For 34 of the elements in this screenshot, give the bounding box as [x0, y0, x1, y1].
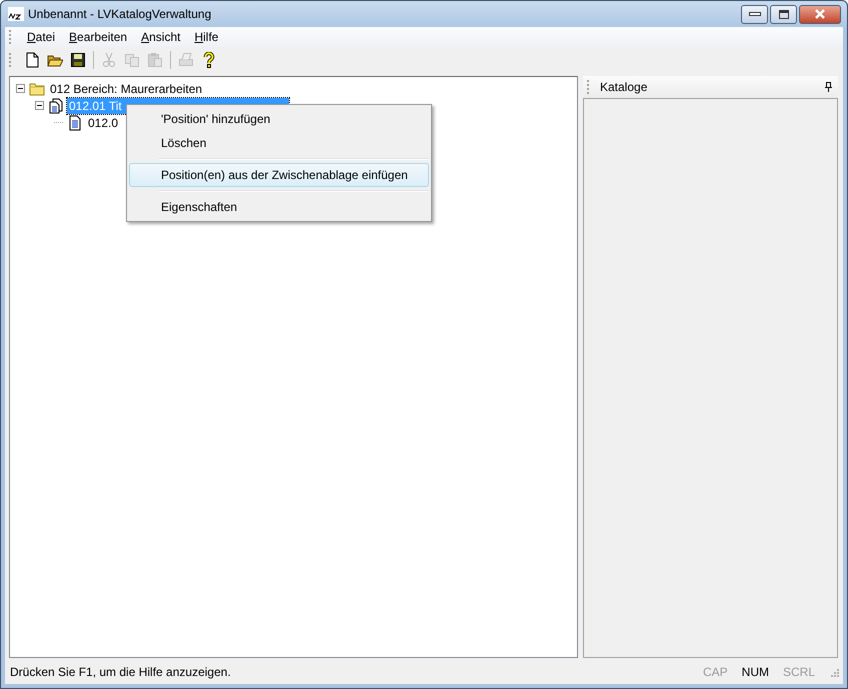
maximize-icon	[778, 10, 788, 18]
resize-grip-icon	[829, 667, 839, 677]
question-mark-icon	[201, 52, 217, 68]
status-indicator: CAP	[702, 665, 728, 679]
menu-item[interactable]: Hilfe	[187, 28, 226, 46]
menu-item[interactable]: Ansicht	[134, 28, 188, 46]
context-menu-item[interactable]: 'Position' hinzufügen	[129, 107, 429, 131]
tree-item[interactable]: 012 Bereich: Maurerarbeiten	[48, 80, 204, 96]
panel-title: Kataloge	[600, 80, 648, 94]
window-title: Unbenannt - LVKatalogVerwaltung	[28, 7, 212, 21]
menu-item[interactable]: Datei	[20, 28, 62, 46]
status-message: Drücken Sie F1, um die Hilfe anzuzeigen.	[10, 665, 232, 679]
document-icon	[67, 114, 83, 130]
maximize-button[interactable]	[770, 4, 797, 24]
tree-item[interactable]: 012.0	[86, 114, 120, 130]
clipboard-icon	[147, 52, 163, 68]
minimize-icon	[748, 11, 760, 17]
close-button[interactable]	[799, 4, 841, 24]
folder-icon	[29, 80, 45, 96]
menu-item[interactable]: Bearbeiten	[62, 28, 134, 46]
status-indicator: SCRL	[782, 665, 815, 679]
pin-icon	[825, 82, 832, 92]
printer-icon	[178, 52, 194, 68]
new-document-icon	[24, 52, 40, 68]
context-menu-item[interactable]: Löschen	[129, 131, 429, 155]
app-logo-icon	[8, 7, 24, 21]
context-menu-item[interactable]: Eigenschaften	[129, 195, 429, 219]
scissors-icon	[101, 52, 117, 68]
close-icon	[814, 9, 826, 19]
copy-icon	[124, 52, 140, 68]
minimize-button[interactable]	[741, 4, 768, 24]
context-menu-item[interactable]: Position(en) aus der Zwischenablage einfügen	[129, 163, 429, 187]
documents-icon	[48, 98, 64, 114]
status-indicator: NUM	[742, 665, 769, 679]
